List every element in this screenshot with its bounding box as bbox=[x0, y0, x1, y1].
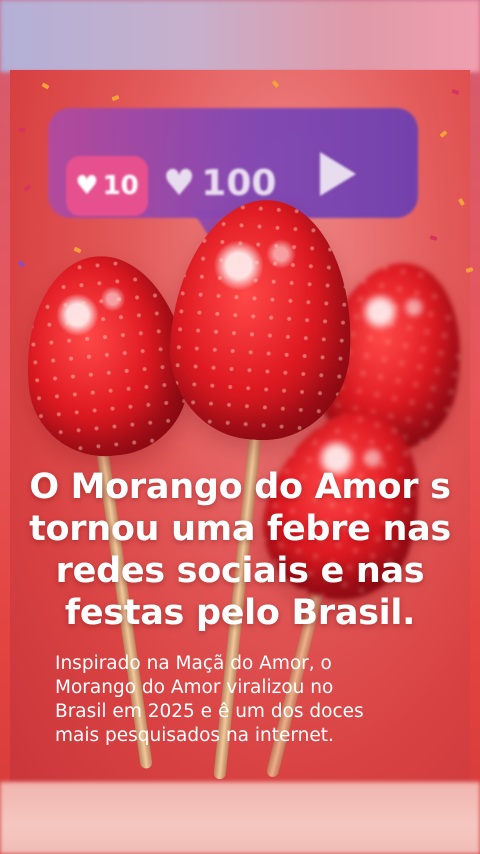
top-blur-band bbox=[0, 0, 480, 72]
likes-count: 100 bbox=[201, 162, 277, 204]
headline-line: redes sociais e nas bbox=[55, 551, 425, 591]
heart-icon: ♥ bbox=[163, 162, 196, 204]
body-line: Brasil em 2025 e ê um dos doces bbox=[55, 701, 364, 722]
headline-line: tornou uma febre nas bbox=[29, 509, 451, 549]
headline-line: O Morango do Amor s bbox=[29, 467, 451, 507]
body-line: mais pesquisados na internet. bbox=[55, 725, 334, 746]
body-line: Morango do Amor viralizou no bbox=[55, 677, 334, 698]
body-paragraph: Inspirado na Maçã do Amor, o Morango do … bbox=[55, 652, 435, 748]
like-chip-count: 10 bbox=[102, 171, 139, 201]
heart-icon: ♥ bbox=[75, 171, 99, 201]
headline: O Morango do Amor s tornou uma febre nas… bbox=[24, 466, 456, 634]
confetti bbox=[465, 267, 474, 273]
like-chip: ♥ 10 bbox=[66, 156, 148, 216]
bottom-blur-band bbox=[0, 782, 480, 854]
play-icon bbox=[320, 152, 356, 196]
headline-line: festas pelo Brasil. bbox=[64, 593, 416, 633]
body-line: Inspirado na Maçã do Amor, o bbox=[55, 653, 332, 674]
